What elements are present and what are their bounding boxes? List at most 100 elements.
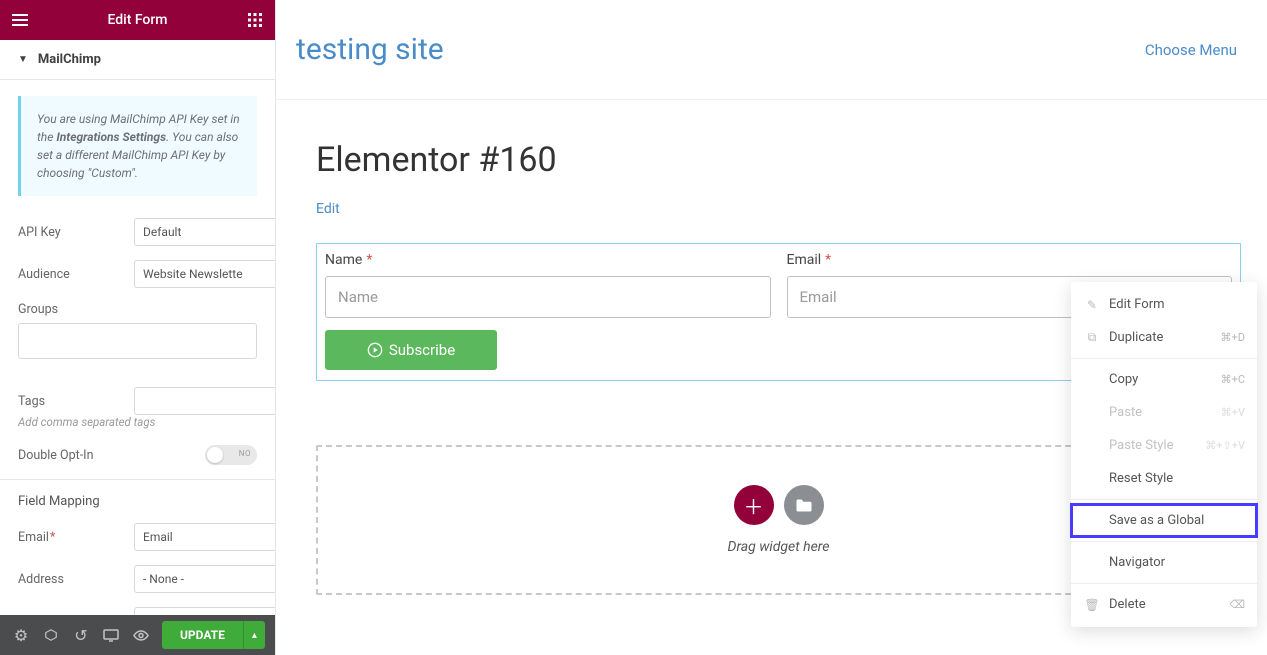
ctx-reset-style-label: Reset Style	[1109, 471, 1173, 486]
settings-icon[interactable]: ⚙	[6, 620, 36, 650]
ctx-edit-form[interactable]: ✎ Edit Form	[1071, 288, 1257, 321]
dropzone-text: Drag widget here	[728, 539, 830, 555]
tags-label: Tags	[18, 394, 134, 409]
page-title: Elementor #160	[316, 140, 1227, 180]
subscribe-button[interactable]: Subscribe	[325, 330, 497, 370]
ctx-paste-shortcut: ⌘+V	[1221, 406, 1245, 419]
section-label: MailChimp	[38, 52, 101, 67]
control-fm-address: Address	[18, 565, 257, 593]
control-audience: Audience	[18, 260, 257, 288]
ctx-delete[interactable]: 🗑 Delete ⌫	[1071, 588, 1257, 621]
api-key-select[interactable]	[134, 218, 275, 246]
ctx-paste-style: Paste Style ⌘+⇧+V	[1071, 429, 1257, 462]
ctx-separator	[1071, 499, 1257, 500]
double-optin-toggle[interactable]: NO	[205, 445, 257, 465]
ctx-paste-style-shortcut: ⌘+⇧+V	[1205, 439, 1245, 452]
groups-label: Groups	[18, 302, 257, 317]
subscribe-label: Subscribe	[389, 341, 455, 359]
info-text-bold: Integrations Settings	[56, 130, 166, 144]
update-caret-button[interactable]: ▴	[243, 621, 265, 649]
site-title[interactable]: testing site	[296, 32, 444, 67]
api-key-label: API Key	[18, 225, 134, 240]
edit-link[interactable]: Edit	[316, 201, 340, 217]
pencil-icon: ✎	[1083, 298, 1101, 312]
audience-select-value[interactable]	[134, 260, 275, 288]
revisions-icon[interactable]	[36, 620, 66, 650]
add-section-button[interactable]: ＋	[734, 485, 774, 525]
field-name: Name*	[317, 244, 779, 330]
toggle-state: NO	[239, 449, 251, 458]
fm-address-select-value[interactable]	[134, 565, 275, 593]
divider	[0, 479, 275, 480]
control-double-optin: Double Opt-In NO	[18, 445, 257, 465]
ctx-reset-style[interactable]: Reset Style	[1071, 462, 1257, 495]
dropzone-buttons: ＋	[734, 485, 824, 525]
ctx-duplicate[interactable]: ⧉ Duplicate ⌘+D	[1071, 321, 1257, 354]
ctx-paste-style-label: Paste Style	[1109, 438, 1173, 453]
api-key-select-value[interactable]	[134, 218, 275, 246]
field-mapping-heading: Field Mapping	[18, 494, 257, 509]
widgets-grid-icon[interactable]	[245, 10, 265, 30]
ctx-separator	[1071, 541, 1257, 542]
info-notice: You are using MailChimp API Key set in t…	[18, 96, 257, 196]
sidebar-footer: ⚙ ↺ UPDATE ▴	[0, 615, 275, 655]
fm-birthday-select[interactable]	[134, 607, 275, 615]
sidebar-header: Edit Form	[0, 0, 275, 40]
context-menu: ✎ Edit Form ⧉ Duplicate ⌘+D Copy ⌘+C Pas…	[1071, 282, 1257, 627]
responsive-icon[interactable]	[96, 620, 126, 650]
duplicate-icon: ⧉	[1083, 330, 1101, 345]
sidebar-body: ▼ MailChimp You are using MailChimp API …	[0, 40, 275, 615]
ctx-copy[interactable]: Copy ⌘+C	[1071, 363, 1257, 396]
choose-menu-link[interactable]: Choose Menu	[1145, 41, 1237, 59]
trash-icon: 🗑	[1083, 598, 1101, 612]
name-input[interactable]	[325, 276, 771, 318]
name-label-text: Name	[325, 252, 362, 268]
ctx-delete-label: Delete	[1109, 597, 1146, 612]
email-label-text: Email	[787, 252, 822, 268]
audience-select[interactable]	[134, 260, 275, 288]
control-fm-email: Email	[18, 523, 257, 551]
ctx-paste: Paste ⌘+V	[1071, 396, 1257, 429]
section-header-mailchimp[interactable]: ▼ MailChimp	[0, 40, 275, 80]
editor-sidebar: Edit Form ▼ MailChimp You are using Mail…	[0, 0, 276, 655]
history-icon[interactable]: ↺	[66, 620, 96, 650]
fm-email-label: Email	[18, 530, 134, 545]
email-label: Email*	[787, 252, 1233, 268]
menu-icon[interactable]	[10, 10, 30, 30]
delete-shortcut-icon: ⌫	[1229, 598, 1245, 611]
fm-address-select[interactable]	[134, 565, 275, 593]
section-controls: You are using MailChimp API Key set in t…	[0, 80, 275, 615]
folder-icon	[795, 498, 813, 513]
tags-input[interactable]	[134, 387, 275, 415]
ctx-navigator[interactable]: Navigator	[1071, 546, 1257, 579]
fm-email-select[interactable]	[134, 523, 275, 551]
ctx-save-global[interactable]: Save as a Global	[1071, 504, 1257, 537]
ctx-copy-shortcut: ⌘+C	[1221, 373, 1245, 386]
control-groups: Groups	[18, 302, 257, 373]
control-tags: Tags	[18, 387, 257, 415]
template-library-button[interactable]	[784, 485, 824, 525]
preview-icon[interactable]	[126, 620, 156, 650]
control-fm-birthday: Birthday	[18, 607, 257, 615]
update-button[interactable]: UPDATE	[162, 621, 243, 649]
fm-address-label: Address	[18, 572, 134, 587]
ctx-paste-label: Paste	[1109, 405, 1142, 420]
ctx-copy-label: Copy	[1109, 372, 1138, 387]
control-api-key: API Key	[18, 218, 257, 246]
required-asterisk: *	[366, 252, 372, 268]
tags-hint: Add comma separated tags	[18, 415, 257, 429]
sidebar-title: Edit Form	[107, 12, 167, 28]
required-asterisk: *	[825, 252, 831, 268]
fm-email-select-value[interactable]	[134, 523, 275, 551]
double-optin-label: Double Opt-In	[18, 448, 205, 463]
caret-down-icon: ▼	[18, 54, 28, 65]
ctx-edit-form-label: Edit Form	[1109, 297, 1165, 312]
ctx-save-global-label: Save as a Global	[1109, 513, 1204, 528]
name-label: Name*	[325, 252, 771, 268]
audience-label: Audience	[18, 267, 134, 282]
ctx-separator	[1071, 358, 1257, 359]
ctx-separator	[1071, 583, 1257, 584]
fm-birthday-select-value[interactable]	[134, 607, 275, 615]
ctx-navigator-label: Navigator	[1109, 555, 1165, 570]
groups-input[interactable]	[18, 323, 257, 359]
